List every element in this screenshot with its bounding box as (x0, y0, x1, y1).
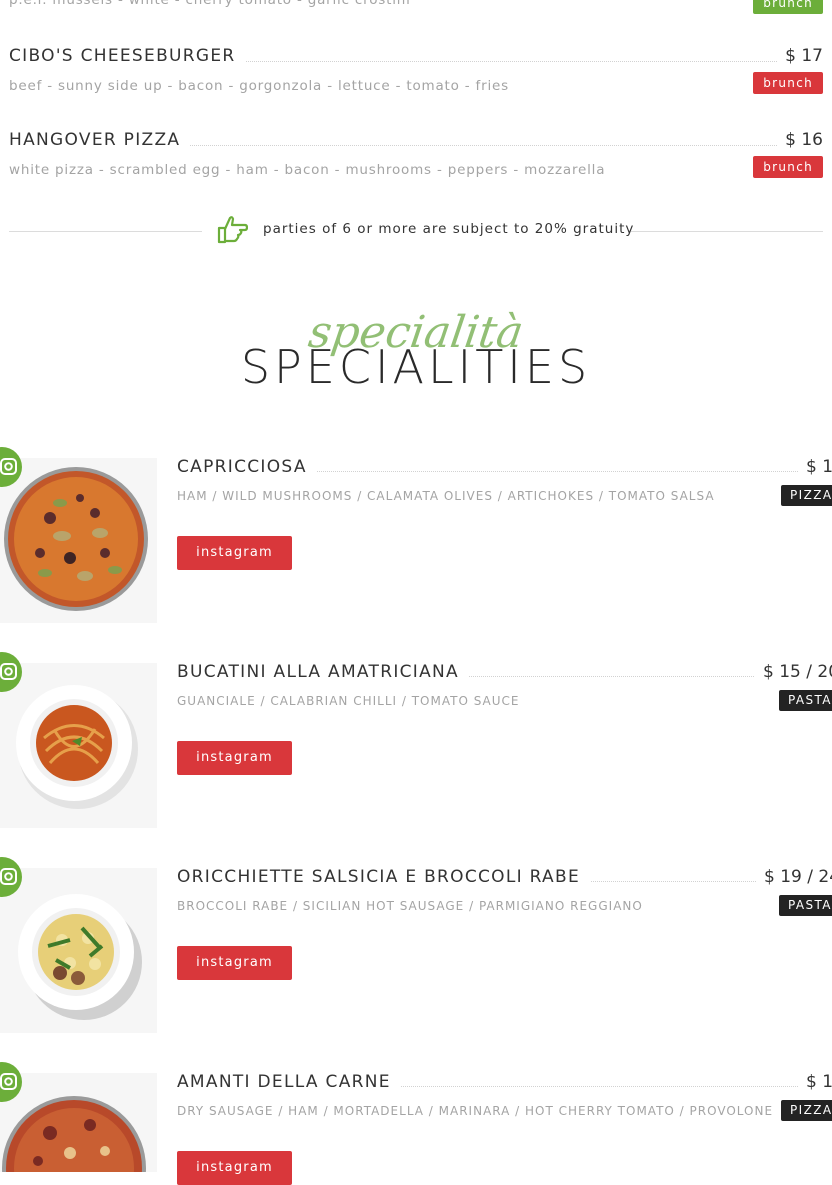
brunch-item-top: p.e.i. mussels - white - cherry tomato -… (9, 0, 823, 14)
category-tag: PIZZA (781, 485, 832, 506)
section-title: SPECIALITIES (240, 340, 592, 394)
category-tag: PASTA (779, 690, 832, 711)
menu-item: HANGOVER PIZZA $ 16 white pizza - scramb… (9, 130, 823, 182)
dish-photo-bucatini (0, 663, 157, 828)
instagram-badge-icon[interactable] (0, 447, 22, 487)
instagram-button[interactable]: instagram (177, 1151, 292, 1185)
instagram-badge-icon[interactable] (0, 857, 22, 897)
dish-name: ORICCHIETTE SALSICIA E BROCCOLI RABE (177, 867, 590, 887)
dish-photo-oricchiette (0, 868, 157, 1033)
dish-price: $ 18 (798, 457, 832, 477)
item-description: beef - sunny side up - bacon - gorgonzol… (9, 78, 509, 94)
dish-price: $ 19 / 24 (756, 867, 832, 887)
dish-price: $ 15 / 20 (755, 662, 832, 682)
divider-right (631, 231, 823, 232)
item-price: $ 17 (777, 46, 823, 66)
thumb-pointing-right-icon (217, 216, 248, 244)
dish-name: CAPRICCIOSA (177, 457, 317, 477)
instagram-button[interactable]: instagram (177, 536, 292, 570)
dish-price: $ 19 (798, 1072, 832, 1092)
dish-photo-amanti-della-carne (0, 1073, 157, 1172)
instagram-badge-icon[interactable] (0, 652, 22, 692)
menu-item: CIBO'S CHEESEBURGER $ 17 beef - sunny si… (9, 46, 823, 98)
divider-left (9, 231, 202, 232)
dish-name: AMANTI DELLA CARNE (177, 1072, 401, 1092)
instagram-badge-icon[interactable] (0, 1062, 22, 1102)
item-description: p.e.i. mussels - white - cherry tomato -… (9, 0, 411, 8)
dish-name: BUCATINI ALLA AMATRICIANA (177, 662, 469, 682)
dish-description: DRY SAUSAGE / HAM / MORTADELLA / MARINAR… (177, 1104, 774, 1118)
category-tag: PASTA (779, 895, 832, 916)
dish-description: GUANCIALE / CALABRIAN CHILLI / TOMATO SA… (177, 694, 520, 708)
instagram-button[interactable]: instagram (177, 946, 292, 980)
gratuity-notice: parties of 6 or more are subject to 20% … (263, 221, 635, 237)
dish-description: HAM / WILD MUSHROOMS / CALAMATA OLIVES /… (177, 489, 715, 503)
category-tag: brunch (753, 156, 823, 178)
category-tag: brunch (753, 0, 823, 14)
dish-photo-capricciosa (0, 458, 157, 623)
item-price: $ 16 (777, 130, 823, 150)
item-description: white pizza - scrambled egg - ham - baco… (9, 162, 606, 178)
instagram-button[interactable]: instagram (177, 741, 292, 775)
item-name: CIBO'S CHEESEBURGER (9, 46, 246, 66)
item-name: HANGOVER PIZZA (9, 130, 191, 150)
category-tag: brunch (753, 72, 823, 94)
category-tag: PIZZA (781, 1100, 832, 1121)
dish-description: BROCCOLI RABE / SICILIAN HOT SAUSAGE / P… (177, 899, 643, 913)
